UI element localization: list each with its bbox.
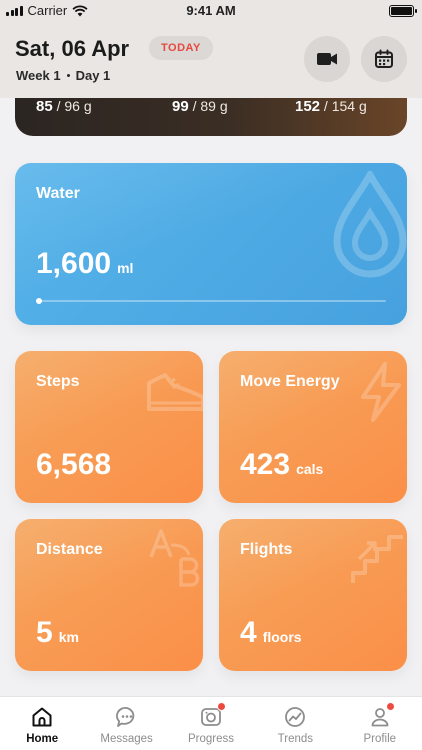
tab-progress[interactable]: Progress [169,697,253,750]
water-drop-icon [333,171,407,278]
move-energy-title: Move Energy [240,373,340,390]
flights-value: 4 floors [240,616,302,649]
tab-label: Trends [277,733,314,745]
trend-icon [285,707,306,727]
water-progress-knob[interactable] [36,298,42,304]
notification-badge [216,702,226,711]
today-button[interactable]: TODAY [149,36,213,60]
water-card[interactable]: Water 1,600 ml [15,163,407,325]
a-to-b-icon [149,529,200,587]
tab-home[interactable]: Home [0,697,84,750]
tab-label: Messages [100,733,153,745]
tab-label: Profile [363,733,397,745]
water-title: Water [36,185,80,202]
chat-icon [115,706,134,727]
calendar-icon [375,49,393,68]
carbs-value: 99 / 89 g [172,98,228,115]
tab-profile[interactable]: Profile [338,697,422,750]
steps-title: Steps [36,373,80,390]
separator-dot [66,74,70,77]
status-time: 9:41 AM [186,3,236,18]
day-label: Day 1 [75,68,111,83]
water-value: 1,600 ml [36,247,134,280]
tab-trends[interactable]: Trends [253,697,337,750]
flights-title: Flights [240,541,293,558]
notification-badge [385,702,395,711]
move-energy-card[interactable]: Move Energy 423 cals [219,351,407,503]
battery-icon [389,5,417,17]
flights-card[interactable]: Flights 4 floors [219,519,407,671]
header: Carrier 9:41 AM Sat, 06 Apr TODAY Week 1… [0,0,422,98]
tab-bar: Home Messages Progress Trends Profile [0,696,422,750]
tab-label: Progress [187,733,234,745]
week-label: Week 1 [16,68,61,83]
lightning-icon [361,362,401,422]
video-button[interactable] [304,36,350,82]
distance-card[interactable]: Distance 5 km [15,519,203,671]
protein-value: 85 / 96 g [36,98,92,115]
steps-value: 6,568 [36,448,112,481]
stairs-icon [351,535,403,583]
home-icon [32,707,52,727]
tab-label: Home [26,733,59,745]
video-camera-icon [317,53,337,65]
distance-value: 5 km [36,616,79,649]
fat-value: 152 / 154 g [295,98,367,115]
move-energy-value: 423 cals [240,448,324,481]
sneaker-icon [147,373,203,411]
distance-title: Distance [36,541,103,558]
week-day-line: Week 1 Day 1 [16,68,110,83]
status-bar: Carrier 9:41 AM [0,0,422,22]
page-title: Sat, 06 Apr [15,36,130,61]
water-progress-bar[interactable] [36,298,386,304]
calendar-button[interactable] [361,36,407,82]
steps-card[interactable]: Steps 6,568 [15,351,203,503]
tab-messages[interactable]: Messages [85,697,169,750]
